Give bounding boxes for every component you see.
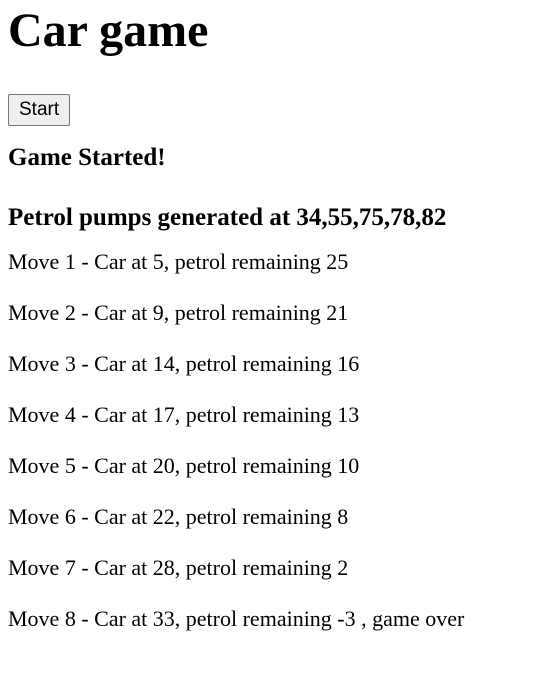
start-button[interactable]: Start [8,94,71,126]
moves-log: Move 1 - Car at 5, petrol remaining 25 M… [8,247,551,634]
move-line: Move 8 - Car at 33, petrol remaining -3 … [8,606,465,631]
page: Car game Start Game Started! Petrol pump… [0,0,559,677]
petrol-pumps-heading: Petrol pumps generated at 34,55,75,78,82 [8,204,447,231]
page-title: Car game [8,4,209,57]
start-button-wrapper: Start [8,94,551,126]
move-line: Move 4 - Car at 17, petrol remaining 13 [8,402,360,427]
move-line: Move 2 - Car at 9, petrol remaining 21 [8,300,349,325]
game-started-heading: Game Started! [8,144,166,171]
move-line: Move 5 - Car at 20, petrol remaining 10 [8,453,360,478]
move-line: Move 7 - Car at 28, petrol remaining 2 [8,555,349,580]
move-line: Move 1 - Car at 5, petrol remaining 25 [8,249,349,274]
move-line: Move 3 - Car at 14, petrol remaining 16 [8,351,360,376]
move-line: Move 6 - Car at 22, petrol remaining 8 [8,504,349,529]
